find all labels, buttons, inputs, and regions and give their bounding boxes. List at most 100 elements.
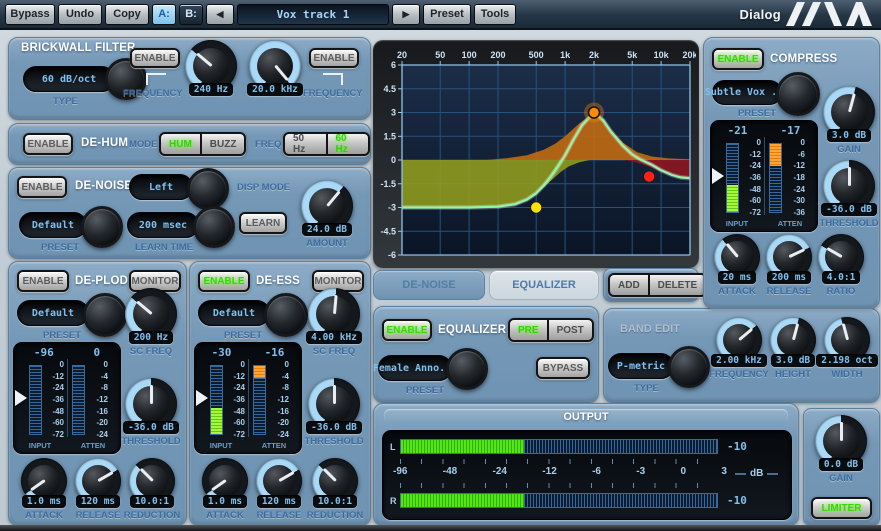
knob-pointer — [30, 480, 45, 492]
deess-title: DE-ESS — [256, 275, 300, 287]
meter-divider — [764, 137, 765, 215]
dehum-mode-buzz[interactable]: BUZZ — [200, 134, 245, 154]
output-right-label: R — [390, 496, 397, 506]
knob-pointer — [725, 243, 738, 258]
highpass-enable-button[interactable]: ENABLE — [130, 48, 180, 68]
deess-enable-button[interactable]: ENABLE — [198, 270, 250, 292]
band-edit-label: BAND EDIT — [620, 323, 680, 335]
tools-menu-button[interactable]: Tools — [474, 4, 516, 25]
band-width-label: WIDTH — [831, 369, 862, 380]
dehum-panel: ENABLE DE-HUM MODE HUM BUZZ FREQ 50 Hz 6… — [8, 123, 371, 165]
band-type-knob[interactable] — [668, 346, 710, 388]
dehum-freq-50hz[interactable]: 50 Hz — [285, 134, 326, 154]
denoise-enable-button[interactable]: ENABLE — [17, 176, 67, 198]
band-add-button[interactable]: ADD — [610, 275, 648, 295]
compress-gain-value: 3.0 dB — [827, 129, 871, 142]
tab-denoise[interactable]: DE-NOISE — [373, 270, 485, 300]
bypass-button[interactable]: Bypass — [5, 4, 55, 25]
band-height-label: HEIGHT — [775, 369, 811, 380]
prev-preset-icon[interactable]: ◀ — [206, 4, 234, 25]
dehum-freq-toggle[interactable]: 50 Hz 60 Hz — [283, 132, 370, 156]
deess-input-scale: 0-12-24-36-48-60-72 — [225, 360, 245, 439]
window-bottom-edge — [0, 525, 881, 531]
compress-threshold-marker[interactable] — [712, 168, 724, 184]
deplode-preset-knob[interactable] — [83, 293, 127, 337]
dehum-freq-60hz[interactable]: 60 Hz — [326, 134, 369, 154]
equalizer-prepost-toggle[interactable]: PRE POST — [508, 318, 594, 342]
dehum-mode-toggle[interactable]: HUM BUZZ — [159, 132, 246, 156]
knob-pointer — [139, 468, 153, 482]
tab-equalizer[interactable]: EQUALIZER — [489, 270, 599, 300]
compress-preset-knob[interactable] — [776, 72, 820, 116]
deplode-threshold-marker[interactable] — [15, 390, 27, 406]
eq-plot[interactable]: 20501002005001k2k5k10k20k64.531.50-1.5-3… — [376, 43, 696, 265]
knob-pointer — [738, 328, 753, 341]
knob-pointer — [97, 471, 113, 482]
preset-a-button[interactable]: A: — [152, 4, 176, 25]
deess-preset-label: PRESET — [224, 330, 262, 341]
knob-pointer — [848, 167, 851, 186]
preset-name-display[interactable]: Vox track 1 — [237, 4, 389, 25]
svg-text:2k: 2k — [589, 50, 600, 60]
undo-button[interactable]: Undo — [58, 4, 102, 25]
lowpass-enable-button[interactable]: ENABLE — [309, 48, 359, 68]
deess-threshold-marker[interactable] — [196, 390, 208, 406]
denoise-preset-knob[interactable] — [81, 206, 123, 248]
denoise-learn-time-knob[interactable] — [193, 206, 235, 248]
deess-meter-readouts: -30 -16 — [195, 346, 301, 359]
next-preset-icon[interactable]: ▶ — [392, 4, 420, 25]
compress-ratio-label: RATIO — [827, 286, 856, 297]
deplode-meter-readouts: -96 0 — [14, 346, 120, 359]
denoise-learn-time-select[interactable]: 200 msec — [127, 212, 199, 238]
deess-preset-select[interactable]: Default — [198, 300, 270, 326]
output-right-meter — [400, 493, 718, 508]
equalizer-enable-button[interactable]: ENABLE — [382, 319, 432, 341]
compress-release-label: RELEASE — [767, 286, 812, 297]
equalizer-pre[interactable]: PRE — [510, 320, 547, 340]
compress-atten-label: ATTEN — [778, 219, 802, 228]
denoise-learn-button[interactable]: LEARN — [239, 212, 287, 234]
preset-b-button[interactable]: B: — [179, 4, 203, 25]
equalizer-bypass-button[interactable]: BYPASS — [536, 357, 590, 379]
deplode-meter-labels: INPUT ATTEN — [14, 441, 120, 450]
output-limiter-button[interactable]: LIMITER — [811, 497, 872, 519]
dehum-enable-button[interactable]: ENABLE — [23, 133, 73, 155]
denoise-preset-select[interactable]: Default — [19, 212, 87, 238]
deplode-reduction-label: REDUCTION — [124, 510, 180, 521]
deplode-preset-select[interactable]: Default — [17, 300, 89, 326]
lowpass-frequency-label: FREQUENCY — [303, 88, 363, 99]
deess-reduction-knob-group: 10.0:1 REDUCTION — [312, 458, 358, 521]
compress-enable-button[interactable]: ENABLE — [712, 48, 764, 70]
band-delete-button[interactable]: DELETE — [648, 275, 705, 295]
band-type-select[interactable]: P-metric — [608, 353, 674, 379]
filter-type-select[interactable]: 60 dB/oct — [23, 66, 115, 92]
output-meter: L -10 -96-48-24-12-6-303 dB R -10 — [382, 430, 792, 520]
compress-panel: ENABLE COMPRESS Subtle Vox ... PRESET -2… — [703, 37, 880, 309]
highpass-filter-icon — [146, 73, 166, 85]
copy-button[interactable]: Copy — [105, 4, 149, 25]
svg-text:6: 6 — [391, 60, 396, 70]
preset-menu-button[interactable]: Preset — [423, 4, 471, 25]
knob-pointer — [322, 468, 336, 482]
compress-ratio-knob-group: 4.0:1 RATIO — [818, 234, 864, 297]
band-add-delete-group[interactable]: ADD DELETE — [608, 273, 707, 297]
knob-pointer — [792, 324, 799, 341]
eq-graph-bezel: 20501002005001k2k5k10k20k64.531.50-1.5-3… — [373, 40, 699, 268]
compress-input-scale: 0-12-24-36-48-60-72 — [741, 138, 761, 217]
deplode-enable-button[interactable]: ENABLE — [17, 270, 69, 292]
dehum-mode-hum[interactable]: HUM — [161, 134, 200, 154]
compress-threshold-label: THRESHOLD — [819, 218, 878, 229]
denoise-disp-mode-select[interactable]: Left — [129, 174, 193, 200]
output-gain-value: 0.0 dB — [819, 458, 863, 471]
output-gain-label: GAIN — [829, 473, 853, 484]
equalizer-preset-select[interactable]: Female Anno... — [378, 355, 452, 381]
denoise-disp-mode-knob[interactable] — [187, 168, 229, 210]
denoise-learn-time-label: LEARN TIME — [135, 242, 193, 253]
compress-preset-select[interactable]: Subtle Vox ... — [712, 80, 782, 105]
knob-pointer — [840, 422, 843, 441]
equalizer-post[interactable]: POST — [547, 320, 592, 340]
equalizer-preset-label: PRESET — [406, 385, 444, 396]
deplode-atten-scale: 0-4-8-12-16-20-24 — [88, 360, 108, 439]
deess-preset-knob[interactable] — [264, 293, 308, 337]
equalizer-preset-knob[interactable] — [446, 348, 488, 390]
